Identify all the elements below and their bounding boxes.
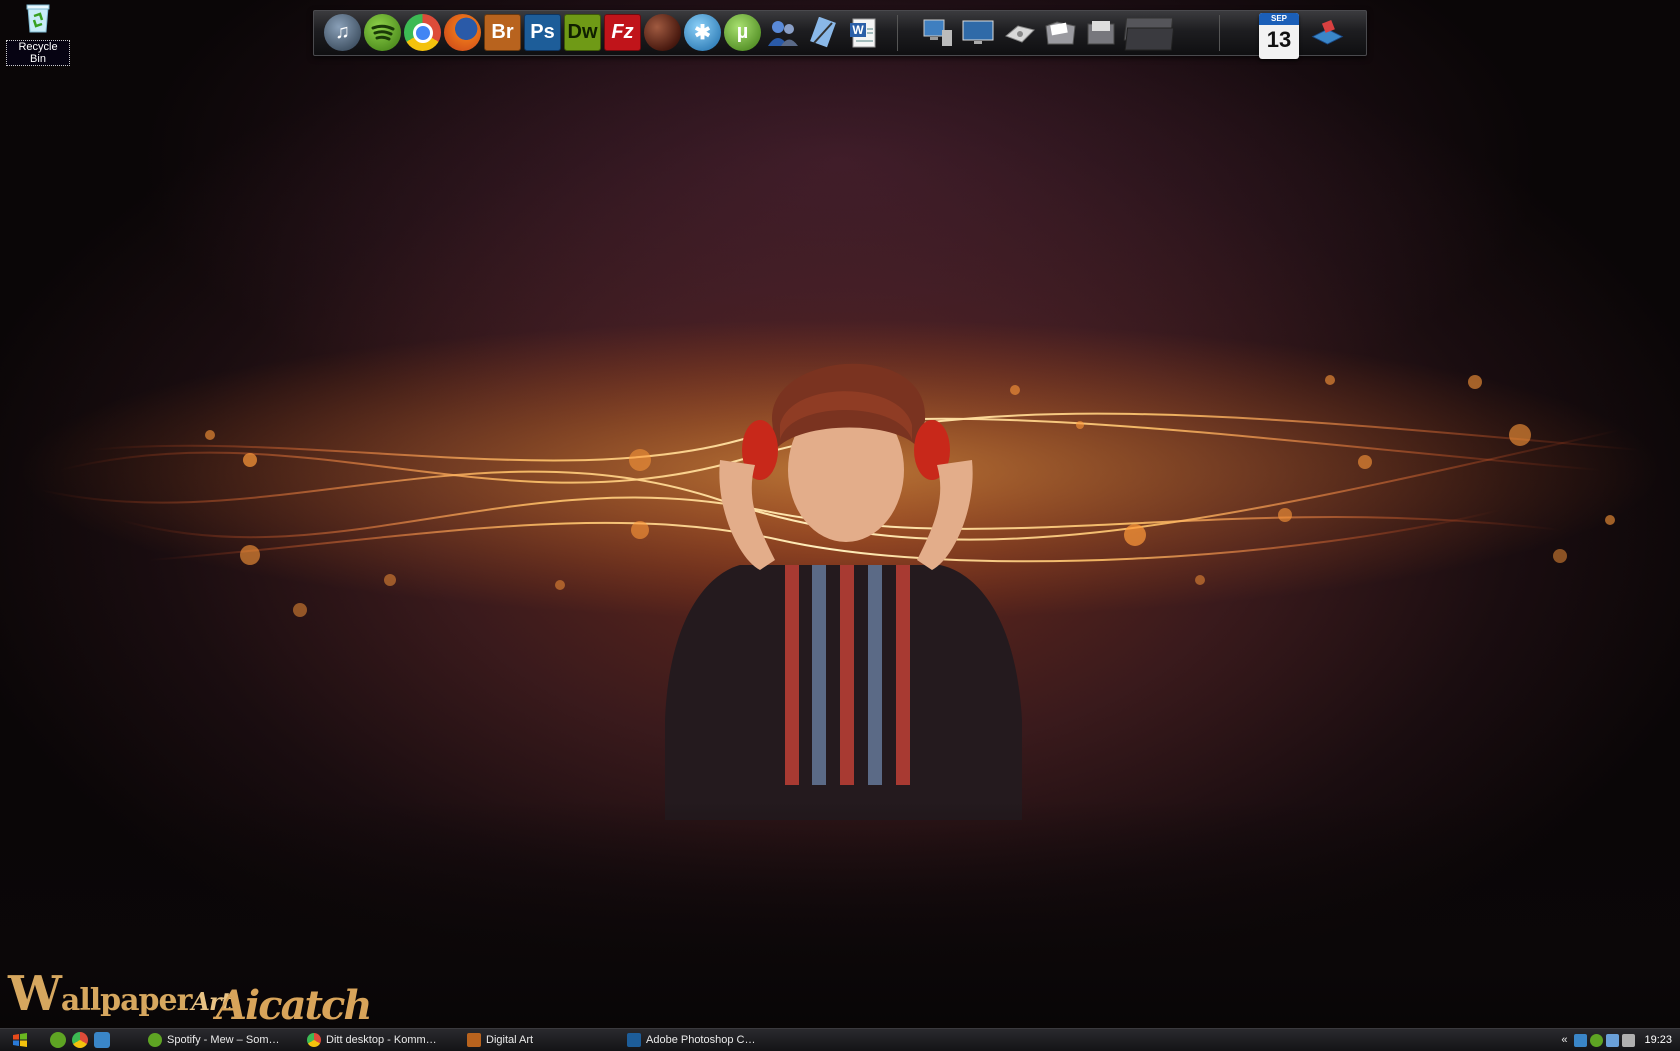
recycle-bin-label: Recycle Bin [6,40,70,66]
network-tray-icon[interactable] [1574,1033,1588,1047]
dock-system-group [918,14,1177,51]
tray-expand-button[interactable]: « [1561,1034,1567,1046]
dock-app-group: ♫ Br Ps Dw Fz ✱ µ W [324,14,881,51]
ie-quicklaunch-icon[interactable] [94,1032,110,1048]
dock-filezilla-icon[interactable]: Fz [604,14,641,51]
wallpaper-artwork [20,320,1660,820]
taskbar-clock[interactable]: 19:23 [1644,1034,1672,1046]
dock-chrome-icon[interactable] [404,14,441,51]
recycle-dock-icon [1311,19,1344,45]
spotify-tray-icon[interactable] [1590,1033,1604,1047]
aicatch-logo: Aicatch [216,982,372,1029]
task-chrome[interactable]: Ditt desktop - Komm… [307,1031,437,1049]
calendar-widget[interactable]: SEP 13 [1259,13,1299,59]
dock-stack-icon[interactable] [1123,14,1177,51]
monitor-icon [962,20,993,44]
dock-recycle-icon[interactable] [1309,13,1346,50]
recycle-bin-icon [26,4,50,33]
start-windows-icon[interactable] [12,1032,28,1048]
task-photoshop[interactable]: Adobe Photoshop C… [627,1031,755,1049]
logo-w: W [8,966,62,1022]
bridge-task-icon [467,1033,481,1047]
photoshop-glyph: Ps [530,21,555,43]
dock-bar: ♫ Br Ps Dw Fz ✱ µ W SEP 13 [313,10,1367,59]
dock-separator-2 [1219,15,1220,51]
task-bridge-label: Digital Art [486,1034,534,1046]
chrome-task-icon [307,1033,321,1047]
connection-tray-icon[interactable] [1606,1033,1620,1047]
dock-network-icon[interactable]: ✱ [684,14,721,51]
dock-computer-icon[interactable] [918,14,955,51]
network-glyph: ✱ [694,22,711,44]
dock-itunes-icon[interactable]: ♫ [324,14,361,51]
calendar-month: SEP [1259,13,1299,25]
task-chrome-label: Ditt desktop - Komm… [326,1034,437,1046]
notepad-icon [809,16,836,47]
chrome-quicklaunch-icon[interactable] [72,1032,88,1048]
itunes-glyph: ♫ [335,21,350,43]
folder-icon [1044,20,1076,44]
spotify-waves-icon [371,24,394,40]
word-doc-icon: W [849,18,875,47]
dock-planet-icon[interactable] [644,14,681,51]
logo-wallpaper: allpaper [60,983,193,1018]
photoshop-task-icon [627,1033,641,1047]
desktop-icon-recycle-bin[interactable]: Recycle Bin [6,2,70,66]
documents-icon [1087,20,1114,44]
dock-separator [897,15,898,51]
dock-messenger-icon[interactable] [764,14,801,51]
task-spotify[interactable]: Spotify - Mew – Som… [148,1031,279,1049]
filezilla-glyph: Fz [611,21,634,43]
stack-icon [1123,17,1175,50]
task-bridge[interactable]: Digital Art [467,1031,533,1049]
drive-icon [1004,24,1035,43]
dock-drive-icon[interactable] [1000,14,1037,51]
svg-text:W: W [852,23,864,37]
messenger-people-icon [767,20,798,46]
dock-firefox-icon[interactable] [444,14,481,51]
dock-documents-icon[interactable] [1082,14,1119,51]
system-tray: « 19:23 [1561,1029,1680,1051]
taskbar: Spotify - Mew – Som… Ditt desktop - Komm… [0,1028,1680,1051]
utorrent-glyph: µ [736,21,749,43]
bridge-glyph: Br [491,21,514,43]
dock-folder-icon[interactable] [1041,14,1078,51]
dock-dreamweaver-icon[interactable]: Dw [564,14,601,51]
dock-bridge-icon[interactable]: Br [484,14,521,51]
sound-tray-icon[interactable] [1622,1033,1636,1047]
dock-word-icon[interactable]: W [844,14,881,51]
dock-widget-group: SEP 13 [1259,13,1346,59]
dreamweaver-glyph: Dw [567,21,598,43]
dock-monitor-icon[interactable] [959,14,996,51]
dock-photoshop-icon[interactable]: Ps [524,14,561,51]
spotify-quicklaunch-icon[interactable] [50,1032,66,1048]
chrome-center [412,22,433,43]
dock-spotify-icon[interactable] [364,14,401,51]
wallpaperart-logo: WallpaperArt [8,966,232,1022]
spotify-task-icon [148,1033,162,1047]
computer-icon [923,19,952,46]
dock-notepad-icon[interactable] [804,14,841,51]
calendar-day: 13 [1266,27,1292,52]
task-spotify-label: Spotify - Mew – Som… [167,1034,280,1046]
dock-utorrent-icon[interactable]: µ [724,14,761,51]
task-photoshop-label: Adobe Photoshop C… [646,1034,756,1046]
